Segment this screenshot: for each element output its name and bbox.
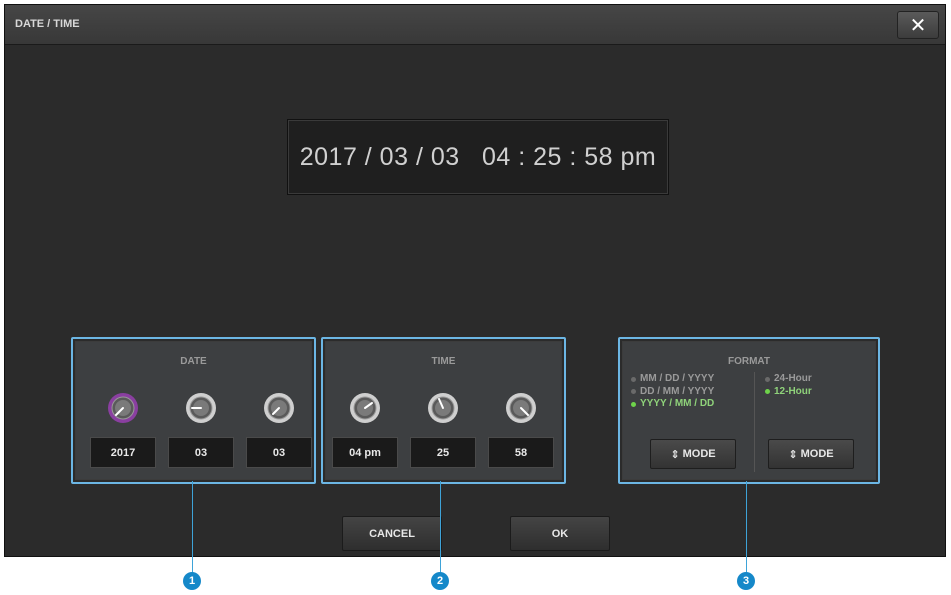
title-bar: DATE / TIME ✕ [5,5,945,45]
time-panel-label: TIME [431,356,456,367]
callout-line [192,481,193,573]
hour-format-option-selected[interactable]: 12-Hour [765,386,812,399]
clock-spacer [460,143,482,172]
callout-badge-2: 2 [431,572,449,590]
callout-line [746,481,747,573]
ok-button[interactable]: OK [510,516,610,551]
day-value[interactable]: 03 [246,437,312,468]
date-panel: DATE 2017 03 03 [71,337,316,484]
hour-format-option[interactable]: 24-Hour [765,373,812,386]
date-format-option-selected[interactable]: YYYY / MM / DD [631,398,714,411]
close-button[interactable]: ✕ [897,11,939,39]
radio-dot-icon [631,376,636,382]
month-knob[interactable] [184,391,218,425]
radio-dot-icon [631,389,636,395]
radio-dot-icon [765,389,770,395]
hour-format-options: 24-Hour 12-Hour [765,373,812,398]
second-knob[interactable] [504,391,538,425]
month-value[interactable]: 03 [168,437,234,468]
second-value[interactable]: 58 [488,437,554,468]
clock-date: 2017 / 03 / 03 [299,142,460,171]
date-format-option[interactable]: MM / DD / YYYY [631,373,714,386]
date-time-dialog: DATE / TIME ✕ 2017 / 03 / 03 04 : 25 : 5… [4,4,946,557]
radio-dot-icon [765,376,770,382]
clock-display: 2017 / 03 / 03 04 : 25 : 58 pm [287,119,669,195]
close-icon: ✕ [909,14,927,37]
format-panel-label: FORMAT [727,356,771,367]
year-value[interactable]: 2017 [90,437,156,468]
date-format-option[interactable]: DD / MM / YYYY [631,386,714,399]
format-panel: FORMAT MM / DD / YYYY DD / MM / YYYY YYY… [618,337,880,484]
callout-line [440,481,441,573]
up-down-arrows-icon: ⇕ [788,448,798,461]
date-format-options: MM / DD / YYYY DD / MM / YYYY YYYY / MM … [631,373,714,411]
day-knob[interactable] [262,391,296,425]
dialog-title: DATE / TIME [15,18,80,30]
minute-knob[interactable] [426,391,460,425]
year-knob[interactable] [106,391,140,425]
hour-value[interactable]: 04 pm [332,437,398,468]
hour-knob[interactable] [348,391,382,425]
date-panel-label: DATE [180,356,207,367]
time-panel: TIME 04 pm 25 58 [321,337,566,484]
callout-badge-3: 3 [737,572,755,590]
hour-mode-button[interactable]: ⇕ MODE [768,439,854,469]
clock-time: 04 : 25 : 58 pm [481,142,657,171]
cancel-button[interactable]: CANCEL [342,516,442,551]
format-divider [754,372,755,472]
date-mode-button[interactable]: ⇕ MODE [650,439,736,469]
radio-dot-icon [631,401,636,407]
up-down-arrows-icon: ⇕ [670,448,680,461]
minute-value[interactable]: 25 [410,437,476,468]
callout-badge-1: 1 [183,572,201,590]
